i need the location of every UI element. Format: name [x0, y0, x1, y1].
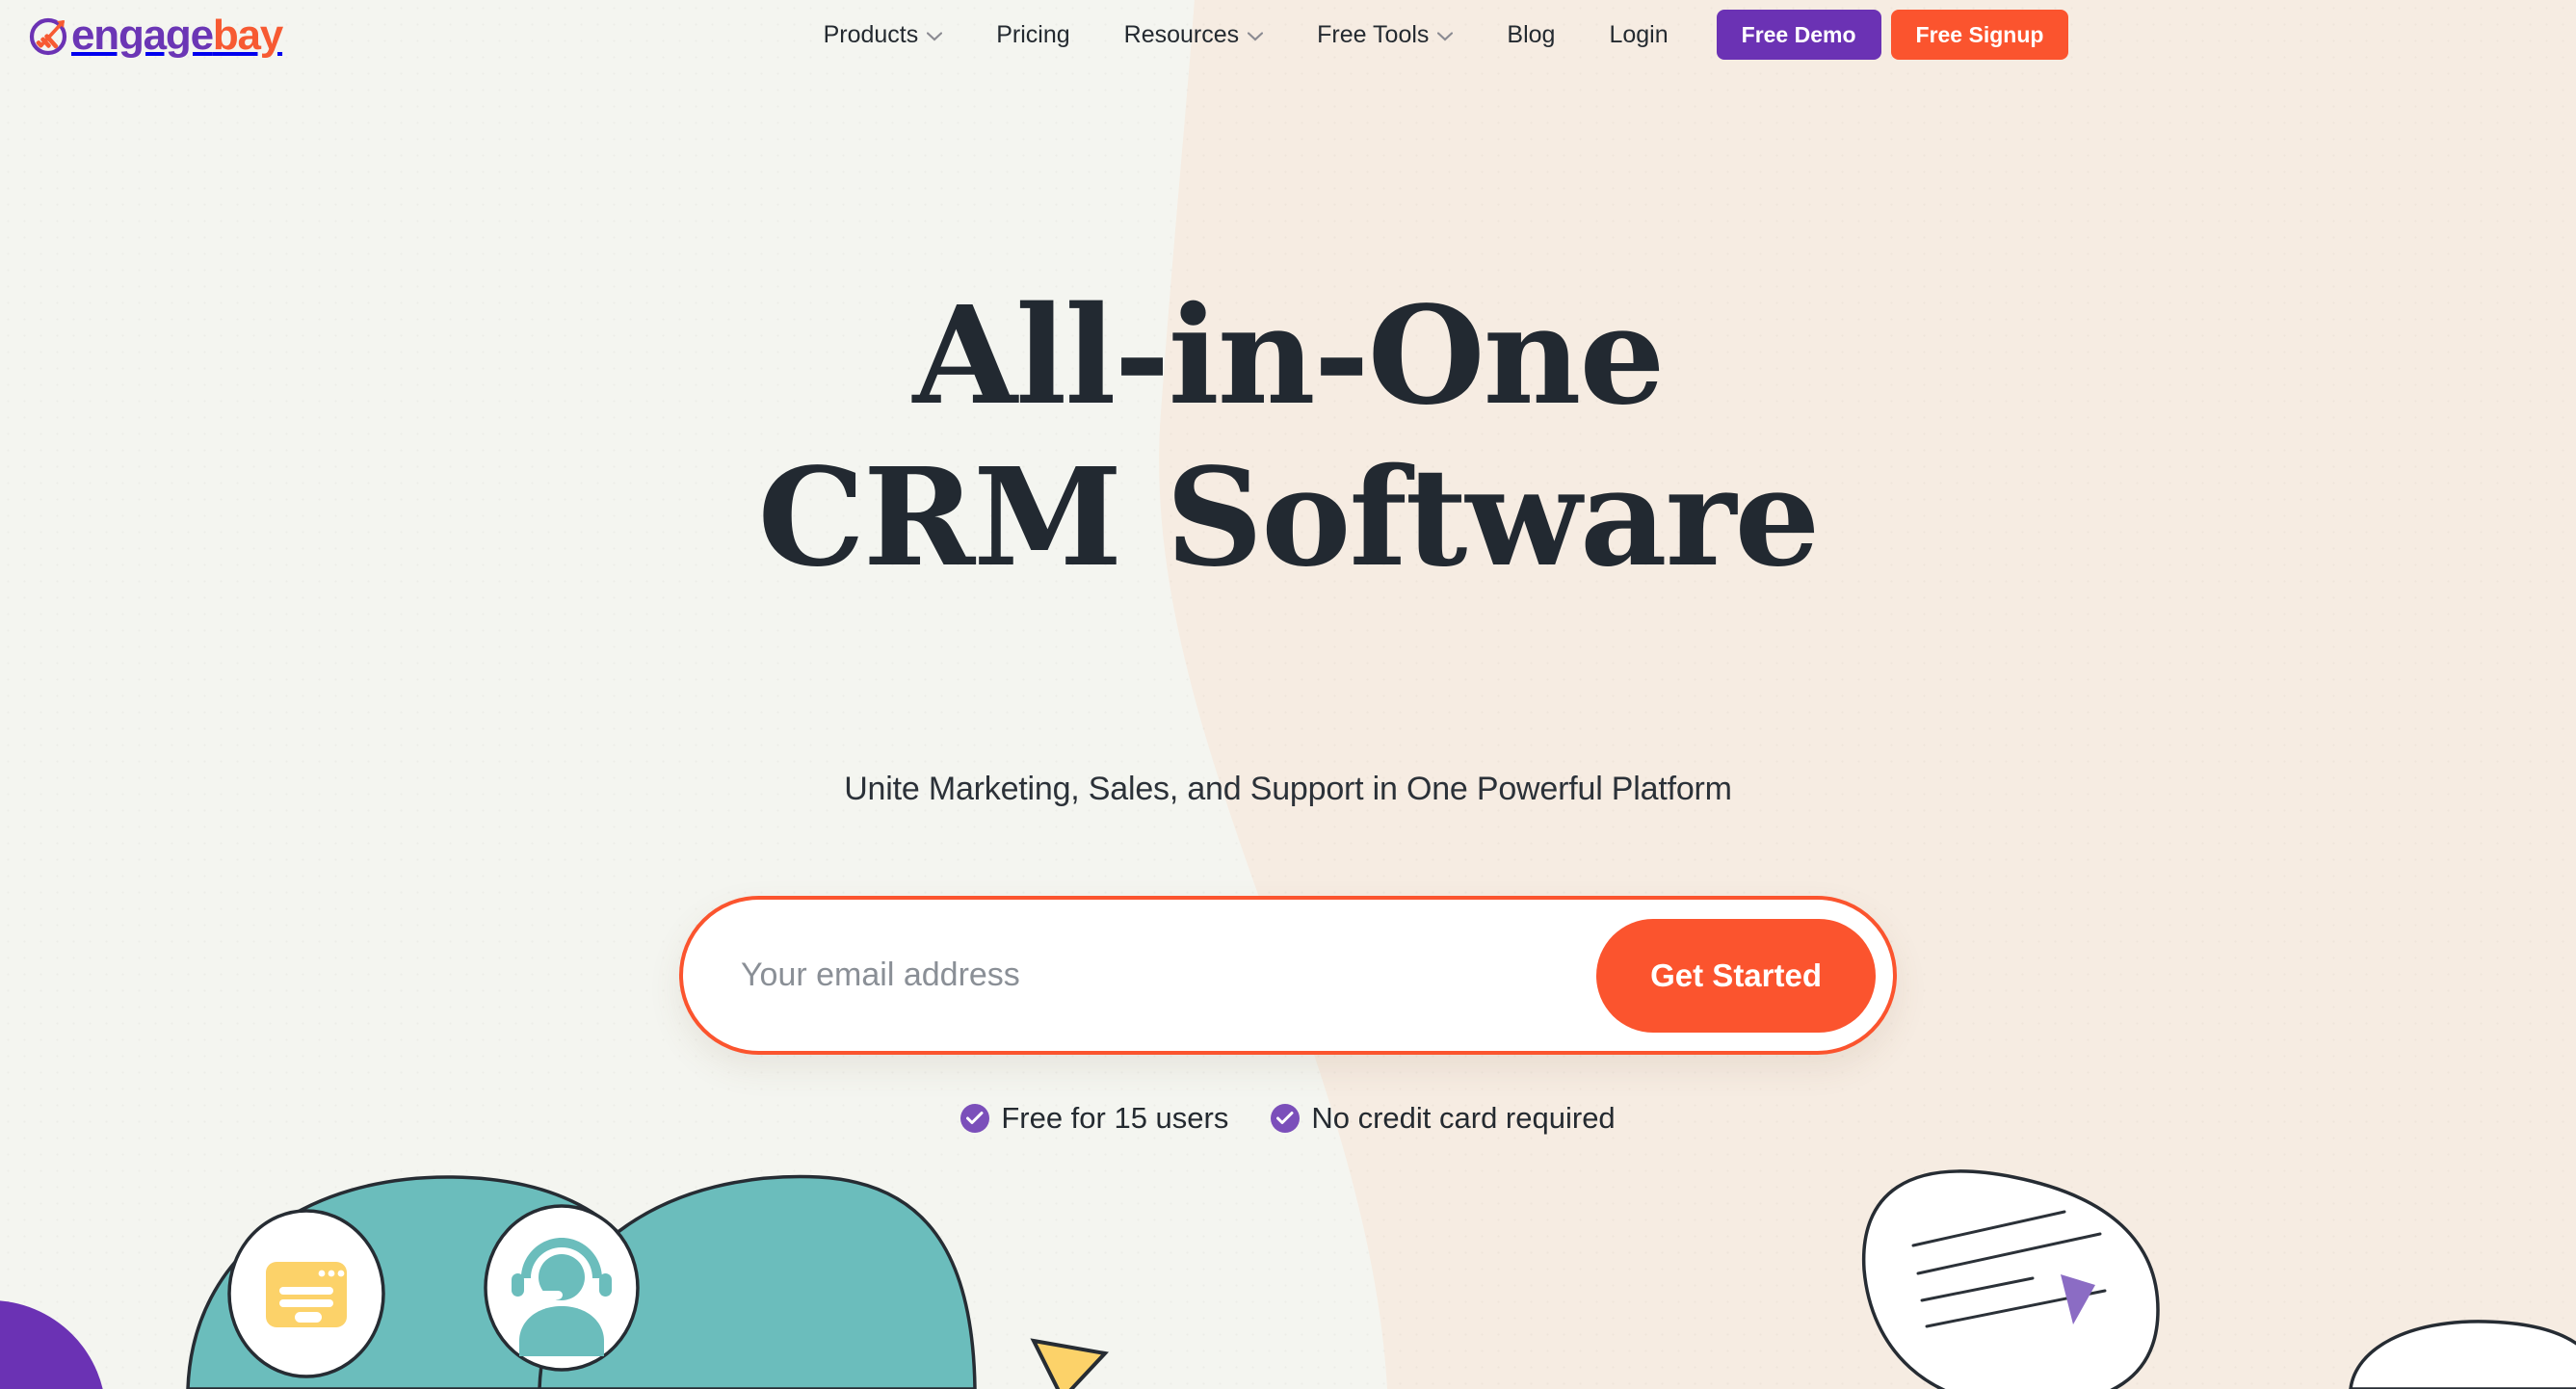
email-signup-form: Get Started	[679, 896, 1897, 1055]
nav-label-free-tools: Free Tools	[1317, 20, 1430, 48]
benefit-label-no-credit-card: No credit card required	[1311, 1101, 1616, 1135]
chevron-down-icon	[1248, 32, 1264, 41]
browser-window-icon	[266, 1262, 347, 1327]
chevron-down-icon	[927, 32, 943, 41]
free-signup-button[interactable]: Free Signup	[1890, 10, 2069, 60]
nav-label-products: Products	[823, 20, 919, 48]
nav-label-login: Login	[1609, 20, 1669, 48]
benefit-item-free-users: Free for 15 users	[960, 1101, 1228, 1136]
nav-label-blog: Blog	[1507, 20, 1556, 48]
yellow-triangle-shape	[1030, 1338, 1109, 1389]
purple-circle-shape	[0, 1300, 103, 1389]
signup-form-container: Get Started	[679, 896, 1897, 1055]
hero-subheadline: Unite Marketing, Sales, and Support in O…	[844, 771, 1732, 807]
nav-item-blog[interactable]: Blog	[1480, 21, 1582, 49]
chevron-down-icon	[1437, 32, 1454, 41]
main-navigation: Products Pricing Resources Free Tools Bl…	[0, 0, 2576, 69]
hero-illustration	[0, 0, 2576, 1389]
bottom-right-blob	[2349, 1320, 2576, 1389]
check-circle-icon	[960, 1104, 990, 1133]
nav-item-pricing[interactable]: Pricing	[969, 21, 1096, 49]
hero-benefits-list: Free for 15 users No credit card require…	[0, 1101, 2576, 1136]
get-started-button[interactable]: Get Started	[1596, 918, 1876, 1033]
nav-label-resources: Resources	[1123, 20, 1240, 48]
check-circle-icon	[1271, 1104, 1301, 1133]
nav-item-products[interactable]: Products	[797, 21, 970, 49]
benefit-label-free-users: Free for 15 users	[1001, 1101, 1229, 1135]
page-title: All-in-One CRM Software	[0, 289, 2576, 586]
nav-item-login[interactable]: Login	[1582, 21, 1695, 49]
benefit-item-no-credit-card: No credit card required	[1271, 1101, 1616, 1136]
free-demo-button[interactable]: Free Demo	[1716, 10, 1881, 60]
headline-line-1: All-in-One	[912, 277, 1666, 435]
speech-bubble-shape	[1861, 1169, 2160, 1389]
headline-line-2: CRM Software	[757, 439, 1821, 597]
nav-label-pricing: Pricing	[996, 20, 1070, 48]
nav-item-free-tools[interactable]: Free Tools	[1290, 21, 1480, 49]
email-input[interactable]	[741, 957, 1597, 994]
site-header: engagebay Products Pricing Resources Fre…	[0, 0, 2576, 69]
nav-item-resources[interactable]: Resources	[1097, 21, 1291, 49]
